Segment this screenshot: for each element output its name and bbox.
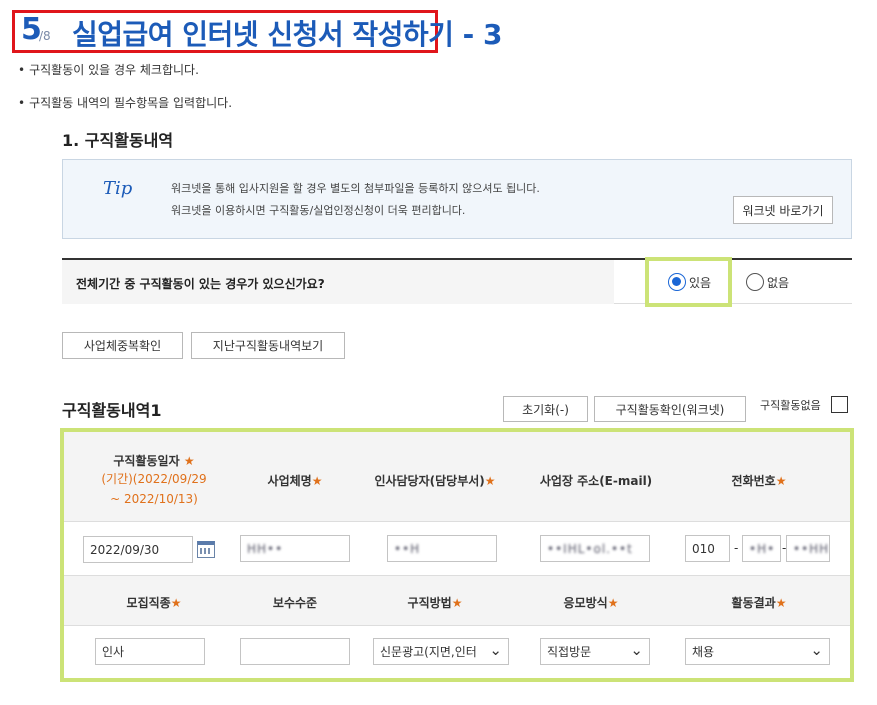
header-salary: 보수수준 [272, 596, 318, 610]
phone-part3-input[interactable]: ••HH [786, 535, 830, 562]
header-manager: 인사담당자(담당부서)★ [374, 474, 496, 488]
phone-part1-input[interactable]: 010 [685, 535, 730, 562]
company-name-value: HH•• [247, 541, 284, 556]
radio-no[interactable]: 없음 [746, 273, 789, 291]
header-result: 활동결과★ [731, 596, 787, 610]
radio-yes-label: 있음 [689, 275, 712, 290]
phone-part2-input[interactable]: •H• [742, 535, 781, 562]
phone-part3-value: ••HH [793, 541, 830, 556]
phone-part2-value: •H• [749, 541, 776, 556]
radio-yes[interactable]: 있음 [668, 273, 711, 291]
section-title: 1. 구직활동내역 [62, 131, 174, 150]
radio-no-circle[interactable] [746, 273, 764, 291]
bullet-instruction-2: 구직활동 내역의 필수항목을 입력합니다. [18, 94, 232, 111]
header-date: 구직활동일자 ★ (기간)(2022/09/29 ~ 2022/10/13) [101, 454, 207, 506]
activity-question-row: 전체기간 중 구직활동이 있는 경우가 있으신가요? [62, 258, 852, 304]
activity-result-select[interactable]: 채용 [685, 638, 830, 665]
tip-line-1: 워크넷을 통해 입사지원을 할 경우 별도의 첨부파일을 등록하지 않으셔도 됩… [171, 182, 540, 195]
header-job-type: 모집직종★ [126, 596, 182, 610]
business-duplicate-check-button[interactable]: 사업체중복확인 [62, 332, 183, 359]
company-name-input[interactable]: HH•• [240, 535, 350, 562]
bullet-instruction-1: 구직활동이 있을 경우 체크합니다. [18, 61, 199, 78]
manager-input[interactable]: ••H [387, 535, 497, 562]
radio-no-label: 없음 [767, 275, 790, 290]
no-activity-label: 구직활동없음 [760, 399, 821, 412]
header-method: 구직방법★ [407, 596, 463, 610]
email-value: ••IHL•ol.••t [547, 541, 633, 556]
question-label: 전체기간 중 구직활동이 있는 경우가 있으신가요? [76, 277, 325, 291]
grid-header-row-1: 구직활동일자 ★ (기간)(2022/09/29 ~ 2022/10/13) 사… [64, 432, 850, 522]
radio-yes-circle[interactable] [668, 273, 686, 291]
method-select[interactable]: 신문광고(지면,인터 [373, 638, 509, 665]
grid-data-row-2: 인사 신문광고(지면,인터 직접방문 채용 [64, 626, 850, 678]
header-apply: 응모방식★ [563, 596, 619, 610]
activity-date-input[interactable]: 2022/09/30 [83, 536, 193, 563]
grid-data-row-1: 2022/09/30 HH•• ••H ••IHL•ol.••t 010 - •… [64, 522, 850, 576]
past-activity-history-button[interactable]: 지난구직활동내역보기 [191, 332, 345, 359]
header-period: (기간)(2022/09/29 [101, 472, 207, 486]
header-email: 사업장 주소(E-mail) [539, 474, 653, 488]
worknet-activity-confirm-button[interactable]: 구직활동확인(워크넷) [594, 396, 746, 422]
job-type-input[interactable]: 인사 [95, 638, 205, 665]
grid-header-row-2: 모집직종★ 보수수준 구직방법★ 응모방식★ 활동결과★ [64, 576, 850, 626]
tip-line-2: 워크넷을 이용하시면 구직활동/실업인정신청이 더욱 편리합니다. [171, 204, 466, 217]
salary-input[interactable] [240, 638, 350, 665]
reset-button[interactable]: 초기화(-) [503, 396, 588, 422]
worknet-shortcut-button[interactable]: 워크넷 바로가기 [733, 196, 833, 224]
step-total: /8 [39, 29, 51, 43]
tip-label: Tip [103, 178, 133, 199]
manager-value: ••H [394, 541, 421, 556]
header-company: 사업체명★ [267, 474, 323, 488]
header-period-end: ~ 2022/10/13) [110, 492, 198, 506]
tip-box: Tip 워크넷을 통해 입사지원을 할 경우 별도의 첨부파일을 등록하지 않으… [62, 159, 852, 239]
page-title: 실업급여 인터넷 신청서 작성하기 - 3 [72, 18, 503, 51]
phone-dash-1: - [734, 541, 739, 555]
activity-title: 구직활동내역1 [62, 401, 162, 420]
no-activity-checkbox[interactable] [831, 396, 848, 413]
activity-grid: 구직활동일자 ★ (기간)(2022/09/29 ~ 2022/10/13) 사… [60, 428, 854, 682]
email-input[interactable]: ••IHL•ol.••t [540, 535, 650, 562]
header-phone: 전화번호★ [731, 474, 787, 488]
apply-method-select[interactable]: 직접방문 [540, 638, 650, 665]
calendar-icon[interactable] [197, 541, 215, 558]
